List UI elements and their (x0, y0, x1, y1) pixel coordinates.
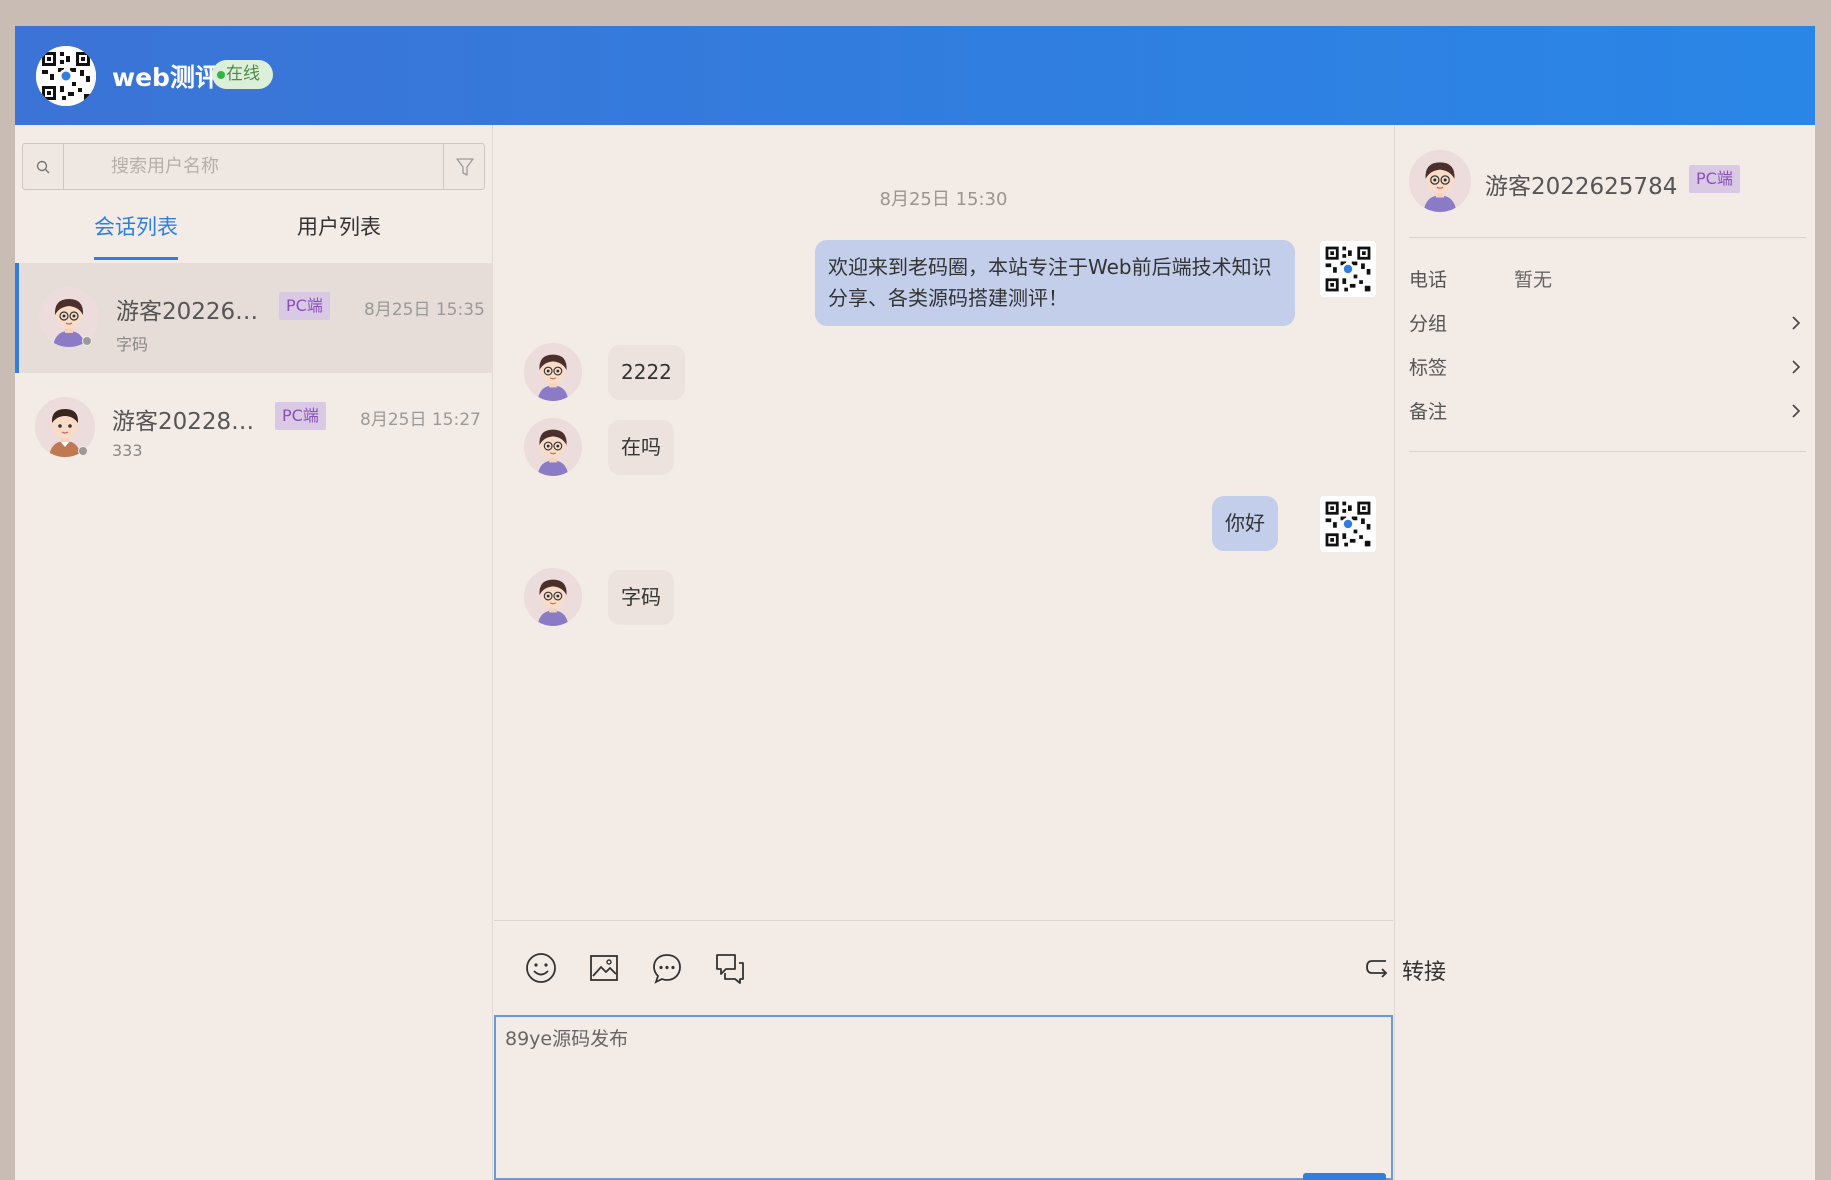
chevron-right-icon (1790, 359, 1802, 375)
info-key: 分组 (1409, 313, 1448, 335)
search-input[interactable] (65, 144, 438, 189)
info-row-tags[interactable]: 标签 (1409, 353, 1806, 383)
info-key: 标签 (1409, 357, 1448, 379)
user-avatar (524, 418, 582, 476)
offline-dot-icon (82, 336, 92, 346)
conversation-time: 8月25日 15:27 (360, 410, 481, 430)
message-bubble-incoming: 字码 (608, 570, 674, 625)
message-input-area: 89ye源码发布 (494, 1015, 1393, 1180)
offline-dot-icon (78, 446, 88, 456)
chat-bubble-icon[interactable] (650, 951, 684, 985)
history-icon[interactable] (713, 951, 747, 985)
filter-icon[interactable] (443, 144, 484, 189)
app-title: web测评 (112, 63, 220, 92)
divider (1409, 237, 1806, 238)
message-input[interactable]: 89ye源码发布 (496, 1017, 1391, 1178)
info-row-group[interactable]: 分组 (1409, 309, 1806, 339)
profile-avatar (1409, 150, 1471, 212)
chat-app: web测评 在线 会话列表 用户列表 游客202262… PC端 8月25日 (15, 26, 1815, 1180)
message-bubble-outgoing: 你好 (1212, 496, 1278, 551)
conversation-sidebar: 会话列表 用户列表 游客202262… PC端 8月25日 15:35 字码 游… (15, 125, 493, 1180)
conversation-name: 游客202262… (116, 299, 268, 325)
conversation-name: 游客202283… (112, 409, 264, 435)
platform-tag: PC端 (1689, 165, 1740, 193)
conversation-preview: 字码 (116, 335, 149, 354)
header: web测评 在线 (15, 26, 1815, 125)
chat-panel: 8月25日 15:30 欢迎来到老码圈，本站专注于Web前后端技术知识分享、各类… (494, 125, 1446, 1180)
user-avatar (524, 568, 582, 626)
online-status-badge: 在线 (212, 60, 273, 89)
chat-toolbar: 转接 (494, 920, 1446, 1014)
info-key: 电话 (1409, 269, 1448, 291)
message-bubble-incoming: 2222 (608, 345, 685, 400)
user-avatar (524, 343, 582, 401)
tab-conversation-list[interactable]: 会话列表 (94, 211, 178, 241)
transfer-icon (1364, 956, 1390, 980)
user-profile-panel: 游客2022625784 PC端 电话 暂无 分组 标签 备注 (1394, 125, 1815, 1180)
conversation-item[interactable]: 游客202283… PC端 8月25日 15:27 333 (15, 373, 493, 483)
sidebar-tabs: 会话列表 用户列表 (15, 205, 493, 263)
platform-tag: PC端 (279, 292, 330, 320)
message-timestamp: 8月25日 15:30 (879, 189, 1008, 210)
tab-user-list[interactable]: 用户列表 (297, 211, 381, 241)
conversation-preview: 333 (112, 441, 143, 460)
conversation-item[interactable]: 游客202262… PC端 8月25日 15:35 字码 (15, 263, 493, 373)
divider (1409, 451, 1806, 452)
chevron-right-icon (1790, 315, 1802, 331)
info-value: 暂无 (1514, 269, 1553, 291)
search-icon[interactable] (23, 144, 64, 189)
info-row-notes[interactable]: 备注 (1409, 397, 1806, 427)
online-dot-icon (217, 71, 225, 79)
online-status-label: 在线 (226, 64, 260, 84)
image-icon[interactable] (587, 951, 621, 985)
conversation-time: 8月25日 15:35 (364, 300, 485, 320)
message-bubble-outgoing: 欢迎来到老码圈，本站专注于Web前后端技术知识分享、各类源码搭建测评！ (815, 240, 1295, 326)
send-button[interactable] (1303, 1173, 1386, 1180)
agent-avatar (1320, 241, 1376, 297)
profile-name: 游客2022625784 (1485, 174, 1678, 200)
agent-avatar (1320, 496, 1376, 552)
info-key: 备注 (1409, 401, 1448, 423)
platform-tag: PC端 (275, 402, 326, 430)
qr-logo-icon (36, 46, 96, 106)
info-row-phone: 电话 暂无 (1409, 265, 1806, 295)
active-tab-indicator (94, 257, 178, 260)
search-box (22, 143, 485, 190)
message-bubble-incoming: 在吗 (608, 420, 674, 475)
emoji-icon[interactable] (524, 951, 558, 985)
chevron-right-icon (1790, 403, 1802, 419)
